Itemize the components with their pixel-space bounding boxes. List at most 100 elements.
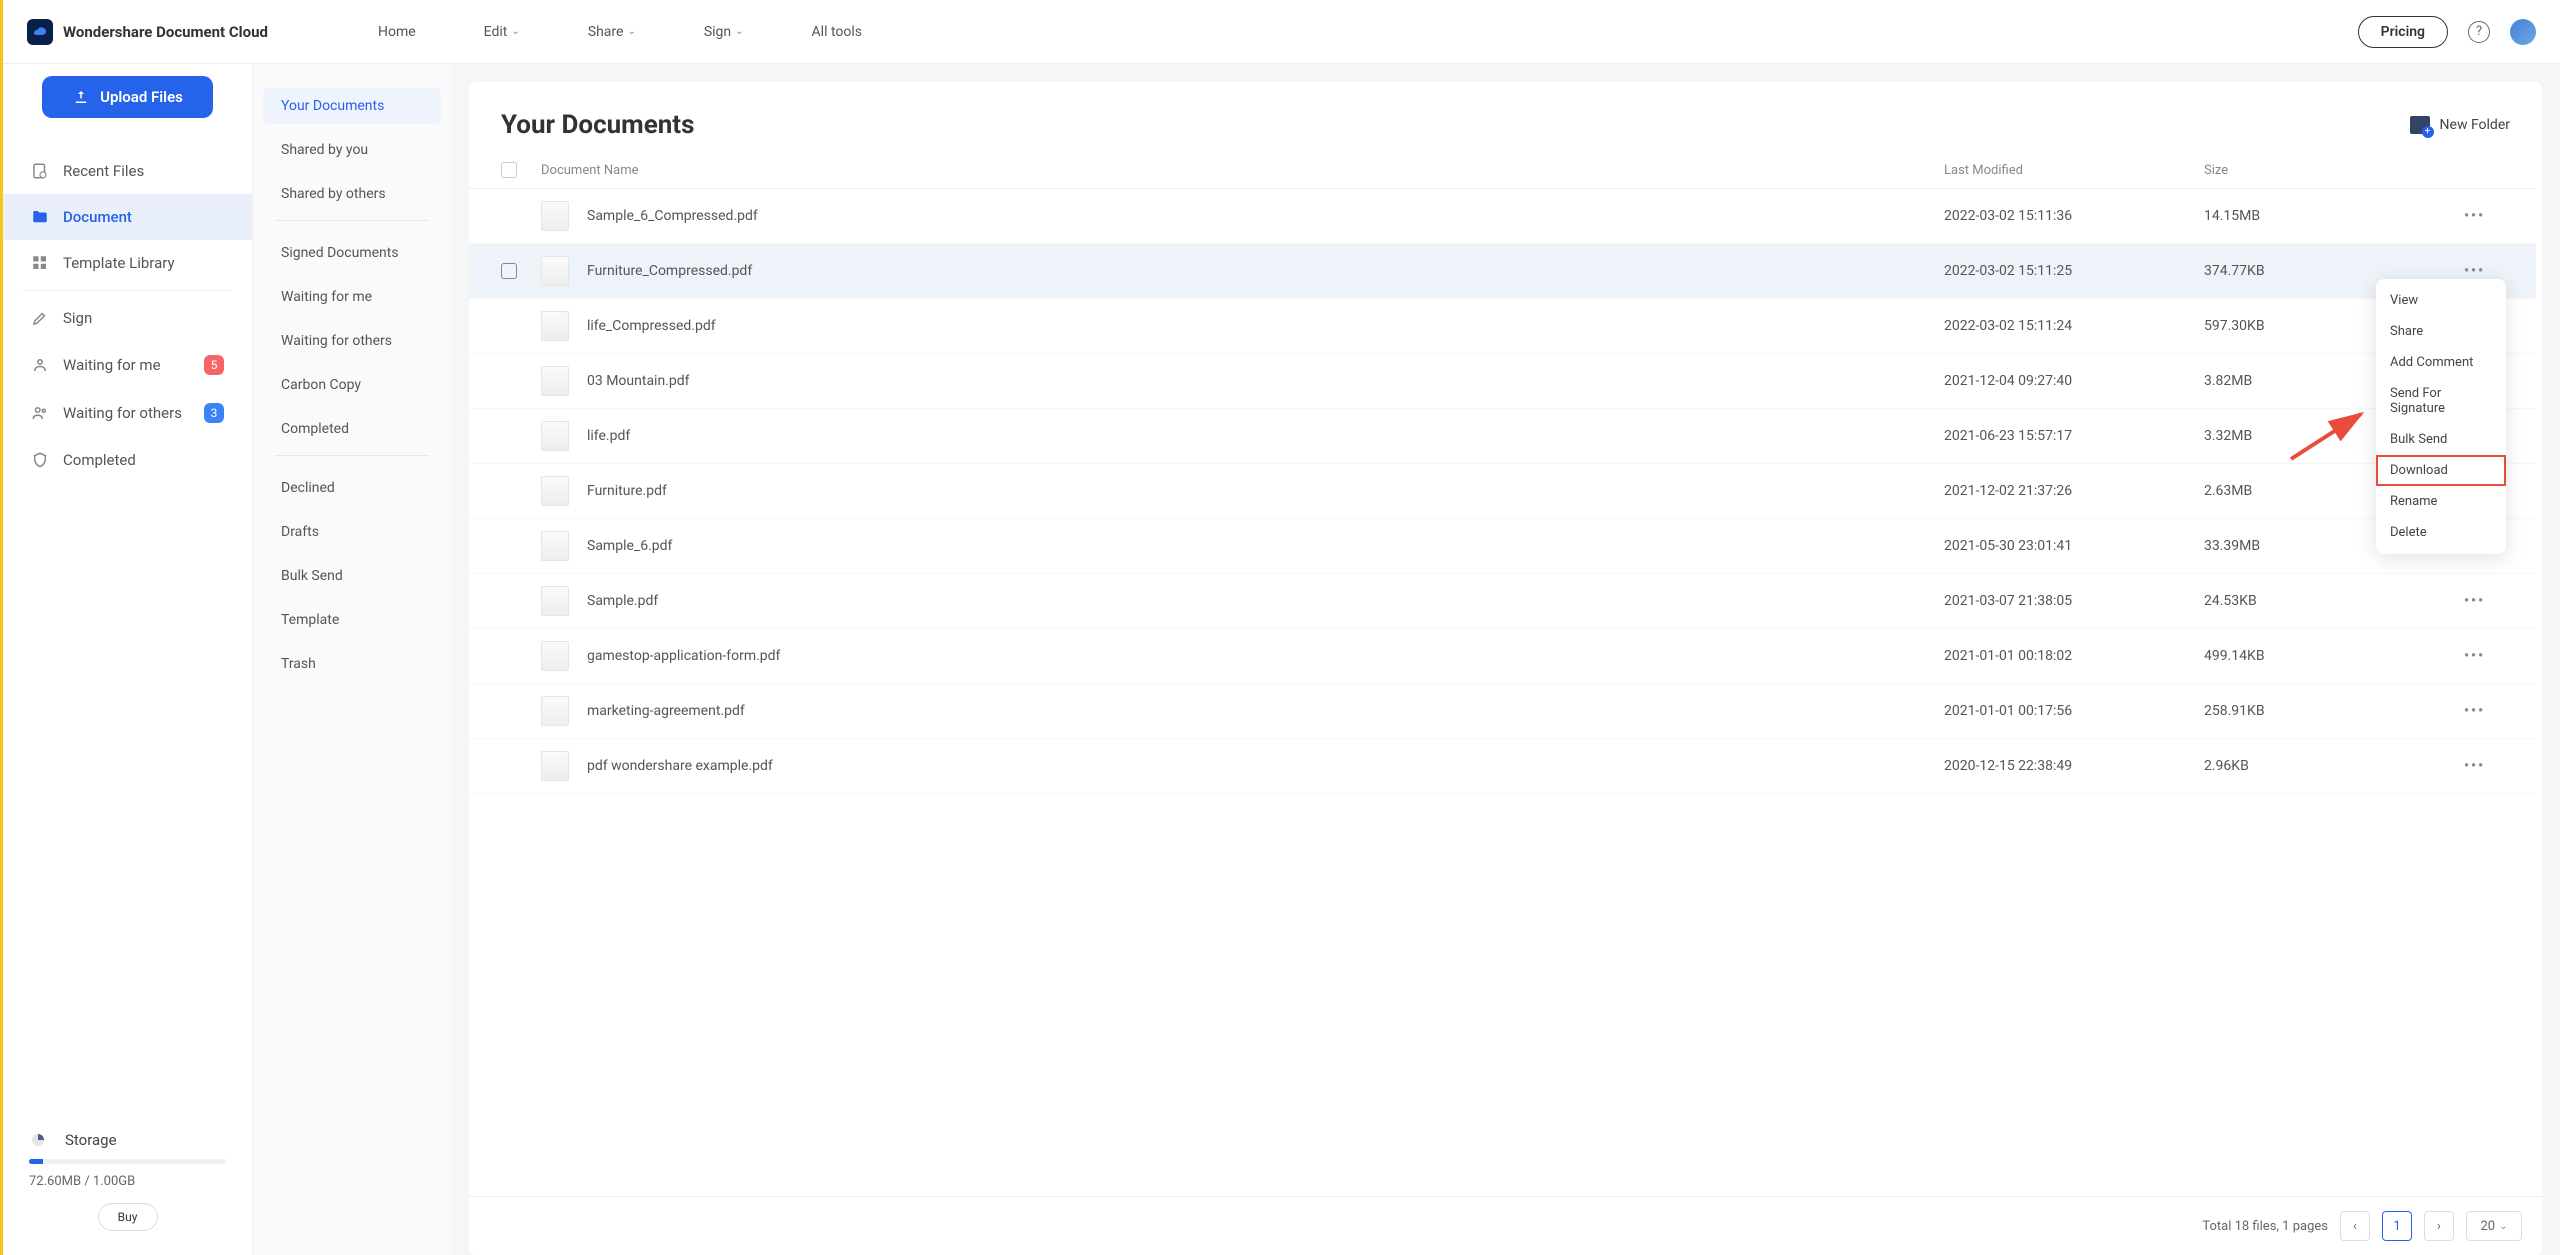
new-folder-button[interactable]: New Folder: [2410, 116, 2510, 134]
pagination-footer: Total 18 files, 1 pages ‹ 1 › 20⌄: [469, 1196, 2542, 1255]
row-checkbox[interactable]: [501, 263, 517, 279]
nav-all-tools[interactable]: All tools: [812, 24, 862, 40]
avatar[interactable]: [2510, 19, 2536, 45]
file-thumbnail: [541, 476, 569, 506]
nav-sign[interactable]: Sign⌄: [704, 24, 744, 40]
sidebar-item-recent[interactable]: Recent Files: [3, 148, 252, 194]
sub-waiting-others[interactable]: Waiting for others: [263, 323, 441, 359]
sub-declined[interactable]: Declined: [263, 470, 441, 506]
sidebar-item-waiting-me[interactable]: Waiting for me 5: [3, 341, 252, 389]
sub-completed[interactable]: Completed: [263, 411, 441, 447]
ctx-view[interactable]: View: [2376, 285, 2506, 316]
page-current[interactable]: 1: [2382, 1211, 2412, 1241]
sub-template[interactable]: Template: [263, 602, 441, 638]
chevron-down-icon: ⌄: [2499, 1221, 2507, 1232]
table-row[interactable]: life.pdf2021-06-23 15:57:173.32MB•••: [469, 409, 2536, 464]
ctx-bulk[interactable]: Bulk Send: [2376, 424, 2506, 455]
file-name: Sample_6_Compressed.pdf: [587, 208, 758, 224]
sidebar-item-sign[interactable]: Sign: [3, 295, 252, 341]
table-row[interactable]: Sample_6.pdf2021-05-30 23:01:4133.39MB••…: [469, 519, 2536, 574]
shield-icon: [31, 451, 49, 469]
sub-your-documents[interactable]: Your Documents: [263, 88, 441, 124]
file-date: 2021-05-30 23:01:41: [1944, 538, 2204, 554]
buy-button[interactable]: Buy: [98, 1203, 158, 1231]
file-name: marketing-agreement.pdf: [587, 703, 745, 719]
file-name: Sample_6.pdf: [587, 538, 672, 554]
file-size: 258.91KB: [2204, 703, 2464, 719]
sidebar-item-document[interactable]: Document: [3, 194, 252, 240]
col-modified[interactable]: Last Modified: [1944, 163, 2204, 178]
file-thumbnail: [541, 751, 569, 781]
table-row[interactable]: gamestop-application-form.pdf2021-01-01 …: [469, 629, 2536, 684]
ctx-rename[interactable]: Rename: [2376, 486, 2506, 517]
nav-edit[interactable]: Edit⌄: [484, 24, 520, 40]
page-next[interactable]: ›: [2424, 1211, 2454, 1241]
ctx-download[interactable]: Download: [2376, 455, 2506, 486]
file-date: 2022-03-02 15:11:25: [1944, 263, 2204, 279]
file-size: 24.53KB: [2204, 593, 2464, 609]
more-icon[interactable]: •••: [2464, 593, 2485, 609]
file-size: 499.14KB: [2204, 648, 2464, 664]
file-date: 2021-12-02 21:37:26: [1944, 483, 2204, 499]
cloud-upload-icon: [72, 88, 90, 106]
storage-section: Storage 72.60MB / 1.00GB Buy: [3, 1113, 252, 1255]
page-prev[interactable]: ‹: [2340, 1211, 2370, 1241]
sub-drafts[interactable]: Drafts: [263, 514, 441, 550]
topbar: Wondershare Document Cloud Home Edit⌄ Sh…: [3, 0, 2560, 64]
file-name: life_Compressed.pdf: [587, 318, 716, 334]
sub-carbon[interactable]: Carbon Copy: [263, 367, 441, 403]
sub-waiting-me[interactable]: Waiting for me: [263, 279, 441, 315]
main-area: Your Documents New Folder Document Name …: [451, 64, 2560, 1255]
chevron-down-icon: ⌄: [627, 26, 635, 37]
table-rows: Sample_6_Compressed.pdf 2022-03-02 15:11:…: [469, 189, 2536, 1196]
ctx-delete[interactable]: Delete: [2376, 517, 2506, 548]
table-row[interactable]: pdf wondershare example.pdf2020-12-15 22…: [469, 739, 2536, 794]
table-row[interactable]: life_Compressed.pdf2022-03-02 15:11:2459…: [469, 299, 2536, 354]
nav-home[interactable]: Home: [378, 24, 416, 40]
more-icon[interactable]: •••: [2464, 208, 2485, 224]
storage-text: 72.60MB / 1.00GB: [29, 1174, 226, 1189]
table-row[interactable]: Furniture_Compressed.pdf2022-03-02 15:11…: [469, 244, 2536, 299]
table-row[interactable]: marketing-agreement.pdf2021-01-01 00:17:…: [469, 684, 2536, 739]
table-row[interactable]: Sample.pdf2021-03-07 21:38:0524.53KB•••: [469, 574, 2536, 629]
waiting-others-badge: 3: [204, 403, 224, 423]
ctx-comment[interactable]: Add Comment: [2376, 347, 2506, 378]
more-icon[interactable]: •••: [2464, 758, 2485, 774]
sub-trash[interactable]: Trash: [263, 646, 441, 682]
more-icon[interactable]: •••: [2464, 648, 2485, 664]
file-name: Furniture.pdf: [587, 483, 667, 499]
more-icon[interactable]: •••: [2464, 703, 2485, 719]
sidebar-item-waiting-others[interactable]: Waiting for others 3: [3, 389, 252, 437]
sub-shared-by-others[interactable]: Shared by others: [263, 176, 441, 212]
more-icon[interactable]: •••: [2464, 263, 2485, 279]
table-row[interactable]: Sample_6_Compressed.pdf2022-03-02 15:11:…: [469, 189, 2536, 244]
chevron-down-icon: ⌄: [511, 26, 519, 37]
file-size: 14.15MB: [2204, 208, 2464, 224]
file-thumbnail: [541, 696, 569, 726]
select-all-checkbox[interactable]: [501, 162, 517, 178]
file-date: 2020-12-15 22:38:49: [1944, 758, 2204, 774]
ctx-sign[interactable]: Send For Signature: [2376, 378, 2506, 424]
sub-signed[interactable]: Signed Documents: [263, 235, 441, 271]
pagination-total: Total 18 files, 1 pages: [2202, 1219, 2328, 1234]
brand-text: Wondershare Document Cloud: [63, 23, 268, 41]
pricing-button[interactable]: Pricing: [2358, 16, 2448, 48]
page-title: Your Documents: [501, 110, 694, 140]
sidebar-item-template[interactable]: Template Library: [3, 240, 252, 286]
ctx-share[interactable]: Share: [2376, 316, 2506, 347]
person-icon: [31, 356, 49, 374]
file-date: 2021-03-07 21:38:05: [1944, 593, 2204, 609]
col-size[interactable]: Size: [2204, 163, 2464, 178]
help-icon[interactable]: ?: [2468, 21, 2490, 43]
table-row[interactable]: Furniture.pdf2021-12-02 21:37:262.63MB••…: [469, 464, 2536, 519]
sidebar-item-completed[interactable]: Completed: [3, 437, 252, 483]
sub-shared-by-you[interactable]: Shared by you: [263, 132, 441, 168]
upload-button[interactable]: Upload Files: [42, 76, 213, 118]
page-size-select[interactable]: 20⌄: [2466, 1211, 2522, 1241]
col-name[interactable]: Document Name: [541, 163, 1944, 178]
documents-panel: Your Documents New Folder Document Name …: [469, 82, 2542, 1255]
context-menu: View Share Add Comment Send For Signatur…: [2376, 279, 2506, 554]
sub-bulk[interactable]: Bulk Send: [263, 558, 441, 594]
nav-share[interactable]: Share⌄: [588, 24, 636, 40]
table-row[interactable]: 03 Mountain.pdf2021-12-04 09:27:403.82MB…: [469, 354, 2536, 409]
